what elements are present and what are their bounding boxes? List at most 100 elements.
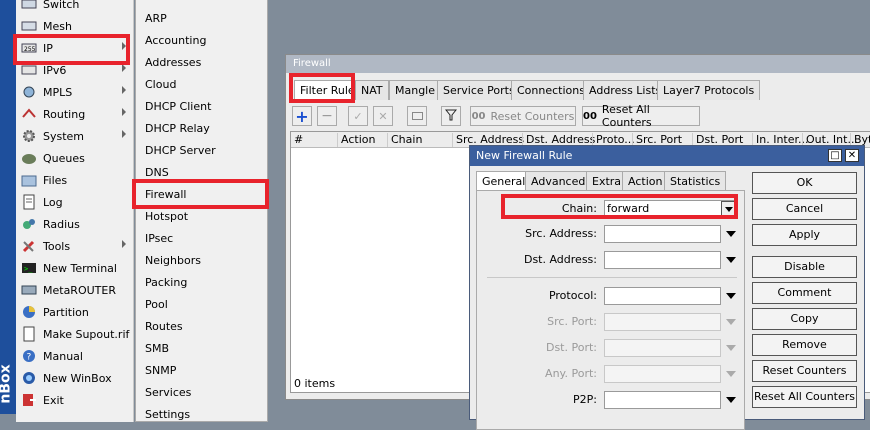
firewall-title: Firewall xyxy=(286,55,870,73)
submenu-item-neighbors[interactable]: Neighbors xyxy=(145,250,201,272)
sidebar-item-ip[interactable]: 255 IP xyxy=(16,37,134,59)
enable-button[interactable]: ✓ xyxy=(348,106,368,126)
tab-nat[interactable]: NAT xyxy=(355,80,389,100)
column-action[interactable]: Action xyxy=(337,133,387,147)
sidebar-item-new-winbox[interactable]: New WinBox xyxy=(16,367,134,389)
submenu-item-hotspot[interactable]: Hotspot xyxy=(145,206,188,228)
submenu-item-cloud[interactable]: Cloud xyxy=(145,74,176,96)
reset-counters-button[interactable]: 00 Reset Counters xyxy=(470,106,576,126)
remove-button[interactable]: Remove xyxy=(752,334,857,356)
dst-port-label: Dst. Port: xyxy=(545,341,597,354)
add-button[interactable]: + xyxy=(292,106,312,126)
dialog-tab-advanced[interactable]: Advanced xyxy=(525,171,592,191)
submenu-item-snmp[interactable]: SNMP xyxy=(145,360,176,382)
submenu-item-dns[interactable]: DNS xyxy=(145,162,169,184)
routing-icon xyxy=(20,106,38,122)
sidebar-item-switch[interactable]: Switch xyxy=(16,0,134,15)
mpls-icon xyxy=(20,84,38,100)
dropdown-arrow-icon[interactable] xyxy=(726,345,736,351)
tab-connections[interactable]: Connections xyxy=(511,80,591,100)
submenu-item-packing[interactable]: Packing xyxy=(145,272,187,294)
submenu-item-routes[interactable]: Routes xyxy=(145,316,183,338)
chevron-right-icon xyxy=(122,42,126,50)
dst-port-field[interactable] xyxy=(604,339,721,357)
submenu-item-accounting[interactable]: Accounting xyxy=(145,30,206,52)
submenu-item-services[interactable]: Services xyxy=(145,382,191,404)
sidebar-item-exit[interactable]: Exit xyxy=(16,389,134,411)
sidebar-item-new-terminal[interactable]: >_ New Terminal xyxy=(16,257,134,279)
disable-button[interactable]: ✕ xyxy=(373,106,393,126)
log-icon xyxy=(20,194,38,210)
dialog-tab-extra[interactable]: Extra xyxy=(586,171,628,191)
reset-all-counters-button[interactable]: 00 Reset All Counters xyxy=(582,103,700,129)
chain-field[interactable]: forward xyxy=(604,200,738,218)
sidebar-item-files[interactable]: Files xyxy=(16,169,134,191)
dialog-tab-action[interactable]: Action xyxy=(622,171,669,191)
maximize-icon[interactable]: □ xyxy=(828,149,842,162)
submenu-item-smb[interactable]: SMB xyxy=(145,338,169,360)
submenu-item-dhcp-relay[interactable]: DHCP Relay xyxy=(145,118,210,140)
supout-icon xyxy=(20,326,38,342)
sidebar-item-metarouter[interactable]: MetaROUTER xyxy=(16,279,134,301)
sidebar-item-manual[interactable]: ? Manual xyxy=(16,345,134,367)
submenu-item-dhcp-client[interactable]: DHCP Client xyxy=(145,96,211,118)
submenu-item-ipsec[interactable]: IPsec xyxy=(145,228,173,250)
tab-mangle[interactable]: Mangle xyxy=(389,80,442,100)
tab-address-lists[interactable]: Address Lists xyxy=(583,80,668,100)
sidebar-item-routing[interactable]: Routing xyxy=(16,103,134,125)
remove-button[interactable]: − xyxy=(317,106,337,126)
column-chain[interactable]: Chain xyxy=(387,133,452,147)
chain-dropdown-arrow-icon[interactable] xyxy=(721,201,736,217)
dst-address-label: Dst. Address: xyxy=(523,253,597,266)
dialog-tab-general[interactable]: General xyxy=(476,171,532,191)
sidebar-item-ipv6[interactable]: IPv6 xyxy=(16,59,134,81)
src-address-field[interactable] xyxy=(604,225,721,243)
sidebar-item-queues[interactable]: Queues xyxy=(16,147,134,169)
any-port-field[interactable] xyxy=(604,365,721,383)
close-icon[interactable]: ✕ xyxy=(845,149,859,162)
submenu-item-settings[interactable]: Settings xyxy=(145,404,190,426)
tab-layer7-protocols[interactable]: Layer7 Protocols xyxy=(657,80,761,100)
sidebar-item-mpls[interactable]: MPLS xyxy=(16,81,134,103)
exit-icon xyxy=(20,392,38,408)
protocol-field[interactable] xyxy=(604,287,721,305)
sidebar-item-tools[interactable]: Tools xyxy=(16,235,134,257)
winbox-icon xyxy=(20,370,38,386)
dropdown-arrow-icon[interactable] xyxy=(726,371,736,377)
dialog-tab-statistics[interactable]: Statistics xyxy=(664,171,727,191)
reset-all-counters-button[interactable]: Reset All Counters xyxy=(752,386,857,408)
dropdown-arrow-icon[interactable] xyxy=(726,397,736,403)
submenu-item-pool[interactable]: Pool xyxy=(145,294,168,316)
cancel-button[interactable]: Cancel xyxy=(752,198,857,220)
sidebar-item-make-supout[interactable]: Make Supout.rif xyxy=(16,323,134,345)
dropdown-arrow-icon[interactable] xyxy=(726,319,736,325)
dst-address-field[interactable] xyxy=(604,251,721,269)
submenu-item-addresses[interactable]: Addresses xyxy=(145,52,201,74)
dropdown-arrow-icon[interactable] xyxy=(726,231,736,237)
filter-button[interactable] xyxy=(441,106,461,126)
chevron-right-icon xyxy=(122,64,126,72)
src-port-field[interactable] xyxy=(604,313,721,331)
sidebar-item-system[interactable]: System xyxy=(16,125,134,147)
reset-counters-button[interactable]: Reset Counters xyxy=(752,360,857,382)
sidebar-item-log[interactable]: Log xyxy=(16,191,134,213)
p2p-field[interactable] xyxy=(604,391,721,409)
comment-button[interactable]: Comment xyxy=(752,282,857,304)
apply-button[interactable]: Apply xyxy=(752,224,857,246)
dropdown-arrow-icon[interactable] xyxy=(726,293,736,299)
queues-icon xyxy=(20,150,38,166)
copy-button[interactable]: Copy xyxy=(752,308,857,330)
column-number[interactable]: # xyxy=(291,133,337,147)
comment-button[interactable] xyxy=(407,106,427,126)
sidebar-item-radius[interactable]: Radius xyxy=(16,213,134,235)
chevron-right-icon xyxy=(122,240,126,248)
submenu-item-dhcp-server[interactable]: DHCP Server xyxy=(145,140,216,162)
ok-button[interactable]: OK xyxy=(752,172,857,194)
sidebar-item-partition[interactable]: Partition xyxy=(16,301,134,323)
sidebar-item-mesh[interactable]: Mesh xyxy=(16,15,134,37)
dropdown-arrow-icon[interactable] xyxy=(726,257,736,263)
disable-button[interactable]: Disable xyxy=(752,256,857,278)
submenu-item-firewall[interactable]: Firewall xyxy=(145,184,186,206)
tab-service-ports[interactable]: Service Ports xyxy=(437,80,521,100)
submenu-item-arp[interactable]: ARP xyxy=(145,8,167,30)
